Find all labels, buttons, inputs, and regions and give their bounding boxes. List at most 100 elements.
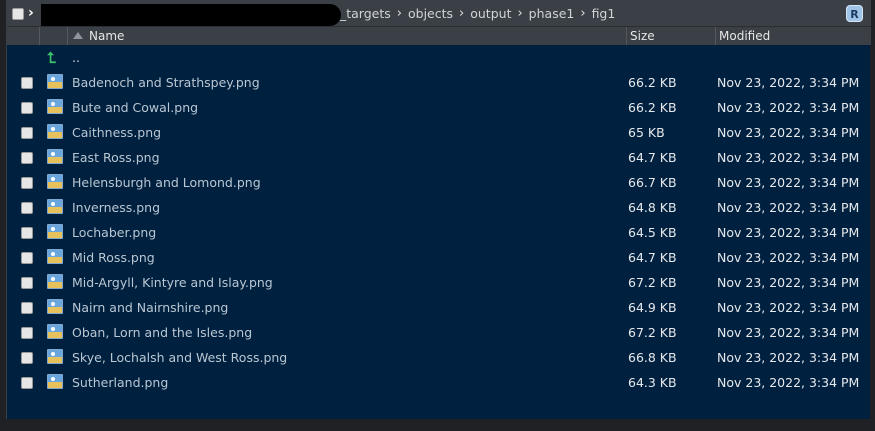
file-checkbox[interactable] — [21, 352, 33, 364]
file-row[interactable]: East Ross.png 64.7 KB Nov 23, 2022, 3:34 P… — [7, 145, 871, 170]
file-size: 64.9 KB — [628, 300, 677, 315]
file-checkbox[interactable] — [21, 227, 33, 239]
file-modified: Nov 23, 2022, 3:34 PM — [717, 275, 860, 290]
file-row[interactable]: Mid Ross.png 64.7 KB Nov 23, 2022, 3:34 PM — [7, 245, 871, 270]
png-image-icon — [47, 224, 63, 239]
png-image-icon — [47, 349, 63, 364]
png-image-icon — [47, 199, 63, 214]
file-size: 67.2 KB — [628, 275, 677, 290]
file-size: 66.7 KB — [628, 175, 677, 190]
file-row[interactable]: Inverness.png 64.8 KB Nov 23, 2022, 3:34 P… — [7, 195, 871, 220]
column-header: Name Size Modified — [7, 27, 871, 45]
redacted-path — [41, 4, 341, 26]
file-name-link[interactable]: Inverness.png — [72, 200, 160, 215]
file-checkbox[interactable] — [21, 77, 33, 89]
file-name-link[interactable]: Caithness.png — [72, 125, 161, 140]
file-modified: Nov 23, 2022, 3:34 PM — [717, 225, 860, 240]
breadcrumb-item-objects[interactable]: objects — [408, 6, 453, 21]
file-row[interactable]: Badenoch and Strathspey.png 66.2 KB Nov 23… — [7, 70, 871, 95]
file-checkbox[interactable] — [21, 277, 33, 289]
header-name[interactable]: Name — [68, 27, 627, 45]
png-image-icon — [47, 99, 63, 114]
file-name-link[interactable]: Lochaber.png — [72, 225, 156, 240]
png-image-icon — [47, 149, 63, 164]
png-image-icon — [47, 374, 63, 389]
chevron-right-icon: › — [28, 5, 34, 21]
file-list: ⮤ .. Badenoch and Strathspey.png 66.2 KB N… — [7, 45, 871, 395]
file-size: 64.5 KB — [628, 225, 677, 240]
file-checkbox[interactable] — [21, 152, 33, 164]
png-image-icon — [47, 274, 63, 289]
go-up-arrow-icon[interactable]: ⮤ — [47, 49, 56, 67]
file-checkbox[interactable] — [21, 102, 33, 114]
file-modified: Nov 23, 2022, 3:34 PM — [717, 300, 860, 315]
file-row[interactable]: Helensburgh and Lomond.png 66.7 KB Nov 23,… — [7, 170, 871, 195]
breadcrumb-item-output[interactable]: output — [470, 6, 511, 21]
files-pane: › _targets › objects › output › phase1 ›… — [6, 0, 871, 419]
png-image-icon — [47, 74, 63, 89]
file-modified: Nov 23, 2022, 3:34 PM — [717, 350, 860, 365]
file-size: 65 KB — [628, 125, 665, 140]
file-checkbox[interactable] — [21, 202, 33, 214]
file-name-link[interactable]: Helensburgh and Lomond.png — [72, 175, 261, 190]
file-name-link[interactable]: Badenoch and Strathspey.png — [72, 75, 260, 90]
file-name-link[interactable]: Nairn and Nairnshire.png — [72, 300, 228, 315]
file-modified: Nov 23, 2022, 3:34 PM — [717, 250, 860, 265]
file-row[interactable]: Sutherland.png 64.3 KB Nov 23, 2022, 3:34 … — [7, 370, 871, 395]
file-checkbox[interactable] — [21, 327, 33, 339]
path-bar: › _targets › objects › output › phase1 ›… — [7, 0, 871, 27]
file-checkbox[interactable] — [21, 177, 33, 189]
file-name-link[interactable]: Mid-Argyll, Kintyre and Islay.png — [72, 275, 273, 290]
file-row[interactable]: Bute and Cowal.png 66.2 KB Nov 23, 2022, 3… — [7, 95, 871, 120]
file-row[interactable]: Skye, Lochalsh and West Ross.png 66.8 KB N… — [7, 345, 871, 370]
file-size: 67.2 KB — [628, 325, 677, 340]
file-row[interactable]: Mid-Argyll, Kintyre and Islay.png 67.2 KB… — [7, 270, 871, 295]
png-image-icon — [47, 174, 63, 189]
breadcrumb-item-targets[interactable]: _targets — [340, 6, 391, 21]
file-row[interactable]: Lochaber.png 64.5 KB Nov 23, 2022, 3:34 PM — [7, 220, 871, 245]
file-name-link[interactable]: Skye, Lochalsh and West Ross.png — [72, 350, 287, 365]
header-size[interactable]: Size — [627, 27, 716, 45]
file-modified: Nov 23, 2022, 3:34 PM — [717, 375, 860, 390]
parent-directory-row[interactable]: ⮤ .. — [7, 45, 871, 70]
file-row[interactable]: Nairn and Nairnshire.png 64.9 KB Nov 23, 2… — [7, 295, 871, 320]
sort-ascending-icon — [73, 32, 83, 39]
chevron-right-icon: › — [580, 6, 586, 21]
file-modified: Nov 23, 2022, 3:34 PM — [717, 150, 860, 165]
file-row[interactable]: Caithness.png 65 KB Nov 23, 2022, 3:34 PM — [7, 120, 871, 145]
breadcrumb: _targets › objects › output › phase1 › f… — [340, 6, 615, 21]
header-icon-column — [40, 27, 68, 45]
file-size: 66.8 KB — [628, 350, 677, 365]
file-row[interactable]: Oban, Lorn and the Isles.png 67.2 KB Nov 2… — [7, 320, 871, 345]
file-checkbox[interactable] — [21, 302, 33, 314]
file-size: 64.7 KB — [628, 150, 677, 165]
header-modified[interactable]: Modified — [716, 27, 871, 45]
file-name-link[interactable]: East Ross.png — [72, 150, 160, 165]
r-project-icon[interactable]: R — [846, 5, 863, 22]
png-image-icon — [47, 249, 63, 264]
header-select-column — [7, 27, 40, 45]
file-checkbox[interactable] — [21, 252, 33, 264]
file-name-link[interactable]: Oban, Lorn and the Isles.png — [72, 325, 252, 340]
file-modified: Nov 23, 2022, 3:34 PM — [717, 125, 860, 140]
file-name-link[interactable]: Mid Ross.png — [72, 250, 155, 265]
chevron-right-icon: › — [517, 6, 523, 21]
header-name-label: Name — [89, 29, 125, 43]
breadcrumb-item-fig1[interactable]: fig1 — [592, 6, 616, 21]
breadcrumb-item-phase1[interactable]: phase1 — [529, 6, 575, 21]
parent-directory-link[interactable]: .. — [72, 50, 80, 65]
bottom-strip — [0, 419, 875, 431]
select-all-checkbox[interactable] — [12, 8, 24, 20]
png-image-icon — [47, 324, 63, 339]
file-modified: Nov 23, 2022, 3:34 PM — [717, 100, 860, 115]
file-modified: Nov 23, 2022, 3:34 PM — [717, 325, 860, 340]
file-name-link[interactable]: Bute and Cowal.png — [72, 100, 198, 115]
file-checkbox[interactable] — [21, 377, 33, 389]
file-size: 66.2 KB — [628, 75, 677, 90]
png-image-icon — [47, 124, 63, 139]
file-name-link[interactable]: Sutherland.png — [72, 375, 168, 390]
png-image-icon — [47, 299, 63, 314]
file-modified: Nov 23, 2022, 3:34 PM — [717, 75, 860, 90]
file-modified: Nov 23, 2022, 3:34 PM — [717, 200, 860, 215]
file-checkbox[interactable] — [21, 127, 33, 139]
